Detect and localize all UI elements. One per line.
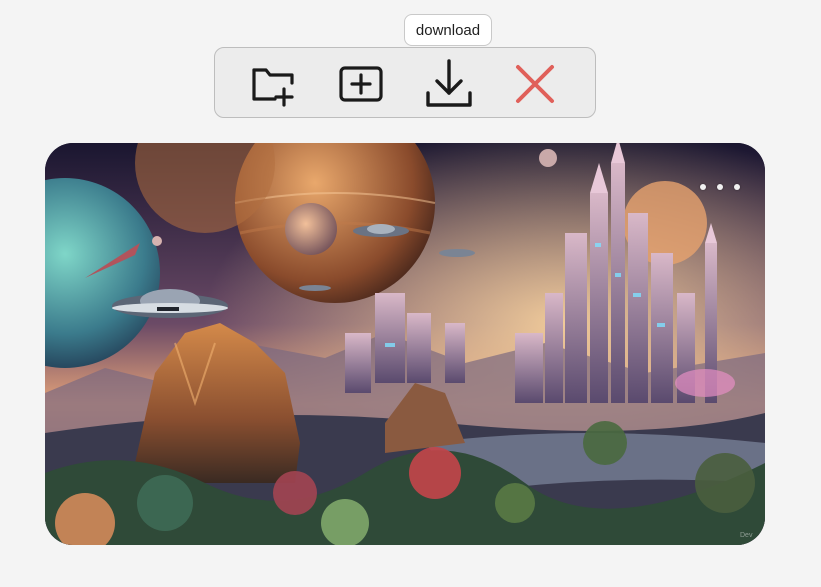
add-button[interactable] bbox=[333, 56, 389, 112]
viewer-stage: download Dev bbox=[0, 0, 821, 587]
new-folder-button[interactable] bbox=[245, 56, 301, 112]
download-button[interactable] bbox=[421, 56, 477, 112]
image-watermark: Dev bbox=[740, 532, 753, 539]
download-icon bbox=[426, 59, 472, 107]
close-icon bbox=[516, 65, 554, 103]
dot bbox=[717, 184, 723, 190]
image-toolbar bbox=[214, 47, 596, 118]
fantasy-city-image bbox=[45, 143, 765, 545]
dot bbox=[734, 184, 740, 190]
tooltip-text: download bbox=[415, 21, 481, 39]
plus-square-icon bbox=[339, 66, 383, 102]
close-button[interactable] bbox=[507, 56, 563, 112]
more-options-button[interactable] bbox=[700, 179, 740, 195]
folder-plus-icon bbox=[252, 68, 294, 107]
dot bbox=[700, 184, 706, 190]
download-tooltip: download bbox=[404, 14, 492, 46]
